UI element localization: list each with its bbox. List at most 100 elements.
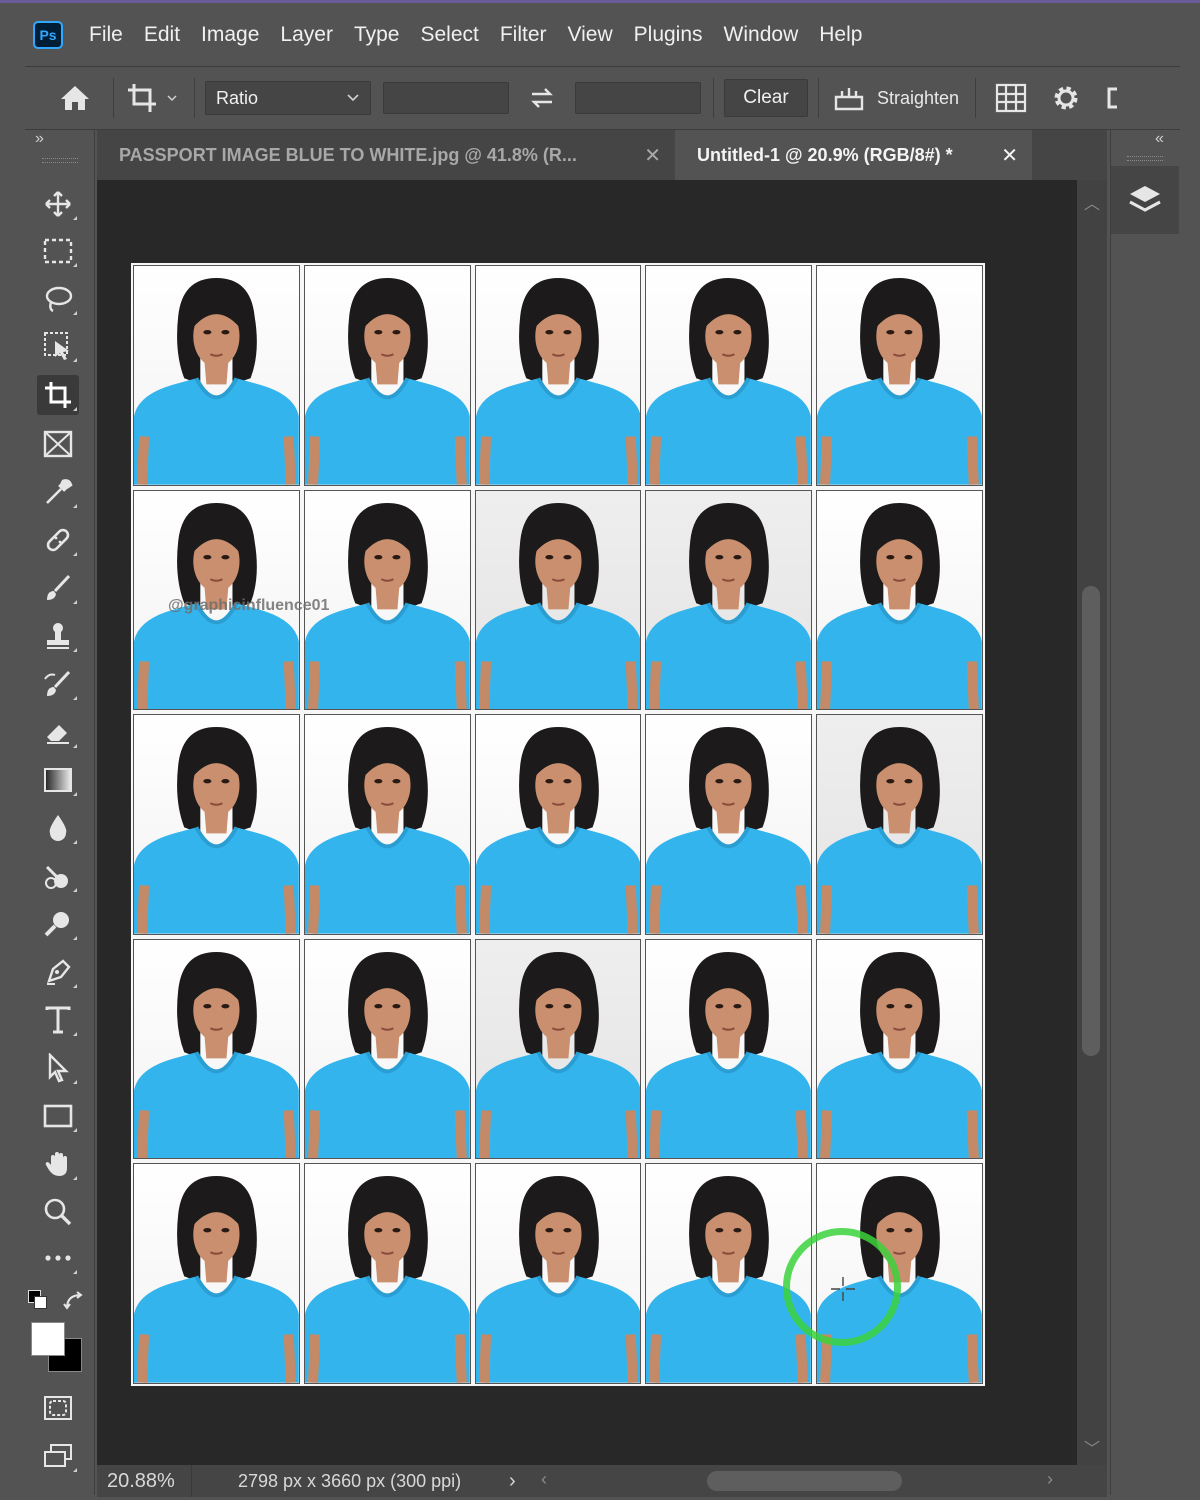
screen-mode-icon[interactable] <box>37 1436 79 1476</box>
panel-grip[interactable] <box>42 158 78 163</box>
menu-help[interactable]: Help <box>819 23 862 47</box>
ratio-height-input[interactable] <box>575 82 701 114</box>
scroll-down-icon[interactable]: ﹀ <box>1084 1435 1100 1459</box>
passport-photo <box>645 489 813 711</box>
passport-photo <box>474 938 642 1160</box>
passport-photo <box>645 714 813 935</box>
history-brush-tool-icon[interactable] <box>37 664 79 704</box>
menu-view[interactable]: View <box>568 23 613 47</box>
gear-icon[interactable] <box>1036 83 1096 113</box>
object-selection-tool-icon[interactable] <box>37 326 79 366</box>
vertical-scrollbar[interactable]: ︿ ﹀ <box>1077 180 1107 1465</box>
chevron-down-icon <box>347 94 359 102</box>
foreground-color-swatch[interactable] <box>31 1322 65 1356</box>
passport-photo <box>303 265 471 486</box>
expand-panel-icon[interactable]: » <box>35 130 44 148</box>
passport-photo <box>474 1163 642 1384</box>
passport-photo <box>303 1163 471 1384</box>
home-icon[interactable] <box>55 84 95 112</box>
eraser-tool-icon[interactable] <box>37 712 79 752</box>
menu-image[interactable]: Image <box>201 23 259 47</box>
straighten-icon[interactable] <box>829 85 869 111</box>
passport-photo <box>474 489 642 711</box>
type-tool-icon[interactable] <box>37 1000 79 1040</box>
passport-photo <box>474 265 642 486</box>
menu-layer[interactable]: Layer <box>280 23 333 47</box>
healing-brush-tool-icon[interactable] <box>37 520 79 560</box>
tab-untitled-1-label: Untitled-1 @ 20.9% (RGB/8#) * <box>697 144 953 165</box>
crop-mode-icon[interactable] <box>1102 85 1122 111</box>
move-tool-icon[interactable] <box>37 184 79 224</box>
passport-photo <box>645 265 813 486</box>
passport-photo <box>816 265 983 486</box>
passport-photo <box>303 714 471 935</box>
menu-edit[interactable]: Edit <box>144 23 180 47</box>
panel-grip[interactable] <box>1127 156 1163 161</box>
tools-panel: » <box>25 130 95 1495</box>
default-colors-icon[interactable] <box>28 1290 50 1312</box>
zoom-tool-icon[interactable] <box>37 1192 79 1232</box>
document-canvas[interactable] <box>130 262 986 1387</box>
passport-photo <box>645 938 813 1160</box>
crosshair-cursor-icon <box>831 1277 855 1301</box>
swap-icon[interactable] <box>509 86 575 110</box>
clear-button[interactable]: Clear <box>724 79 808 117</box>
scroll-right-icon[interactable]: › <box>1047 1469 1053 1490</box>
swap-colors-icon[interactable] <box>63 1290 87 1317</box>
gradient-tool-icon[interactable] <box>37 760 79 800</box>
marquee-tool-icon[interactable] <box>37 231 79 271</box>
rectangle-tool-icon[interactable] <box>37 1096 79 1136</box>
passport-photo <box>133 938 300 1160</box>
right-panel-dock: « <box>1110 130 1180 1495</box>
chevron-right-icon[interactable]: › <box>509 1470 516 1493</box>
menu-type[interactable]: Type <box>354 23 400 47</box>
menu-filter[interactable]: Filter <box>500 23 547 47</box>
eyedropper-tool-icon[interactable] <box>37 472 79 512</box>
magnify-smudge-tool-icon[interactable] <box>37 904 79 944</box>
menu-select[interactable]: Select <box>420 23 478 47</box>
path-selection-tool-icon[interactable] <box>37 1048 79 1088</box>
zoom-level[interactable]: 20.88% <box>97 1465 192 1497</box>
crop-tool-icon[interactable] <box>37 375 79 415</box>
passport-photo <box>133 714 300 935</box>
clone-stamp-tool-icon[interactable] <box>37 616 79 656</box>
document-tab-bar: PASSPORT IMAGE BLUE TO WHITE.jpg @ 41.8%… <box>97 130 1107 180</box>
passport-photo <box>133 265 300 486</box>
horizontal-scroll-thumb[interactable] <box>707 1471 902 1491</box>
document-info: 2798 px x 3660 px (300 ppi) <box>238 1470 462 1491</box>
quick-mask-icon[interactable] <box>37 1388 79 1428</box>
passport-photo <box>474 714 642 935</box>
hand-tool-icon[interactable] <box>37 1144 79 1184</box>
lasso-tool-icon[interactable] <box>37 279 79 319</box>
grid-overlay-icon[interactable] <box>986 83 1036 113</box>
straighten-label: Straighten <box>877 87 960 108</box>
watermark-text: @graphicinfluence01 <box>168 597 330 614</box>
horizontal-scrollbar[interactable]: ‹ › <box>537 1465 1057 1497</box>
status-bar: 20.88% 2798 px x 3660 px (300 ppi) › ‹ › <box>97 1465 1107 1497</box>
ratio-width-input[interactable] <box>383 82 509 114</box>
more-tools-icon[interactable] <box>37 1238 79 1278</box>
blur-tool-icon[interactable] <box>37 808 79 848</box>
photoshop-logo-icon: Ps <box>33 20 63 49</box>
ratio-dropdown[interactable]: Ratio <box>205 81 371 115</box>
scroll-up-icon[interactable]: ︿ <box>1084 190 1100 214</box>
menu-plugins[interactable]: Plugins <box>634 23 703 47</box>
vertical-scroll-thumb[interactable] <box>1082 586 1100 1056</box>
dodge-tool-icon[interactable] <box>37 856 79 896</box>
menu-window[interactable]: Window <box>724 23 799 47</box>
tab-passport-image[interactable]: PASSPORT IMAGE BLUE TO WHITE.jpg @ 41.8%… <box>97 130 675 180</box>
menu-file[interactable]: File <box>89 23 123 47</box>
close-icon[interactable]: ✕ <box>1001 143 1018 168</box>
frame-tool-icon[interactable] <box>37 424 79 464</box>
close-icon[interactable]: ✕ <box>644 143 661 168</box>
passport-photo <box>303 938 471 1160</box>
brush-tool-icon[interactable] <box>37 568 79 608</box>
passport-photo <box>816 489 983 711</box>
scroll-left-icon[interactable]: ‹ <box>541 1469 547 1490</box>
pen-tool-icon[interactable] <box>37 952 79 992</box>
tab-untitled-1[interactable]: Untitled-1 @ 20.9% (RGB/8#) * ✕ <box>675 130 1032 180</box>
crop-tool-preset-icon[interactable] <box>124 82 184 114</box>
layers-panel-icon[interactable] <box>1111 166 1179 234</box>
collapse-panel-icon[interactable]: « <box>1155 130 1164 148</box>
options-bar: Ratio Clear Straighten <box>25 66 1180 130</box>
